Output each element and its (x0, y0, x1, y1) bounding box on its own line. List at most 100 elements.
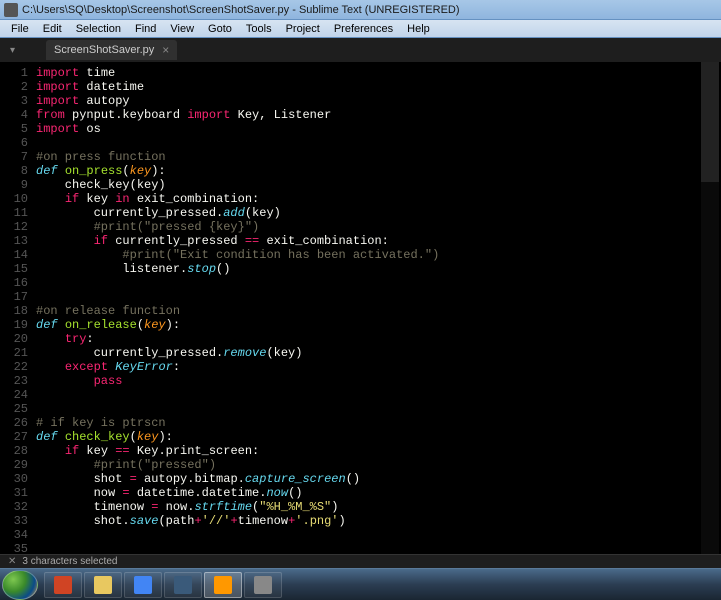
line-number: 2 (0, 80, 28, 94)
code-line[interactable]: def on_release(key): (36, 318, 439, 332)
taskbar-explorer[interactable] (84, 572, 122, 598)
line-number: 31 (0, 486, 28, 500)
menubar: FileEditSelectionFindViewGotoToolsProjec… (0, 20, 721, 38)
line-number: 34 (0, 528, 28, 542)
tab-active[interactable]: ScreenShotSaver.py × (46, 40, 177, 60)
code-line[interactable] (36, 136, 439, 150)
editor[interactable]: 1234567891011121314151617181920212223242… (0, 62, 721, 580)
line-number: 4 (0, 108, 28, 122)
code-line[interactable]: check_key(key) (36, 178, 439, 192)
menu-view[interactable]: View (163, 23, 201, 35)
status-bar: ✕ 3 characters selected (0, 554, 721, 568)
line-number: 5 (0, 122, 28, 136)
close-panel-icon[interactable]: ✕ (8, 556, 16, 567)
code-line[interactable] (36, 276, 439, 290)
code-line[interactable] (36, 528, 439, 542)
taskbar-sublime[interactable] (204, 572, 242, 598)
line-number: 16 (0, 276, 28, 290)
start-button[interactable] (2, 570, 38, 600)
menu-help[interactable]: Help (400, 23, 437, 35)
app-icon (4, 3, 18, 17)
code-line[interactable] (36, 388, 439, 402)
line-number: 8 (0, 164, 28, 178)
menu-file[interactable]: File (4, 23, 36, 35)
code-line[interactable]: try: (36, 332, 439, 346)
code-line[interactable]: def on_press(key): (36, 164, 439, 178)
line-number: 14 (0, 248, 28, 262)
line-number: 17 (0, 290, 28, 304)
line-number: 30 (0, 472, 28, 486)
code-line[interactable]: import datetime (36, 80, 439, 94)
line-number: 22 (0, 360, 28, 374)
app-icon (254, 576, 272, 594)
code-line[interactable]: import time (36, 66, 439, 80)
code-line[interactable]: listener.stop() (36, 262, 439, 276)
menu-tools[interactable]: Tools (239, 23, 279, 35)
code-line[interactable]: timenow = now.strftime("%H_%M_%S") (36, 500, 439, 514)
menu-preferences[interactable]: Preferences (327, 23, 400, 35)
code-line[interactable]: shot.save(path+'//'+timenow+'.png') (36, 514, 439, 528)
line-number: 6 (0, 136, 28, 150)
line-number: 26 (0, 416, 28, 430)
code-line[interactable] (36, 290, 439, 304)
line-number: 15 (0, 262, 28, 276)
minimap[interactable] (701, 62, 719, 562)
code-line[interactable]: if key == Key.print_screen: (36, 444, 439, 458)
code-line[interactable]: import autopy (36, 94, 439, 108)
running-icon (174, 576, 192, 594)
code-line[interactable]: import os (36, 122, 439, 136)
taskbar-running[interactable] (164, 572, 202, 598)
code-line[interactable]: currently_pressed.add(key) (36, 206, 439, 220)
status-text: 3 characters selected (22, 556, 117, 567)
line-number: 12 (0, 220, 28, 234)
chrome-icon (134, 576, 152, 594)
code-line[interactable] (36, 402, 439, 416)
code-line[interactable]: #on release function (36, 304, 439, 318)
code-line[interactable]: def check_key(key): (36, 430, 439, 444)
code-line[interactable]: currently_pressed.remove(key) (36, 346, 439, 360)
taskbar-app[interactable] (244, 572, 282, 598)
line-number: 20 (0, 332, 28, 346)
line-gutter: 1234567891011121314151617181920212223242… (0, 62, 36, 580)
line-number: 24 (0, 388, 28, 402)
close-icon[interactable]: × (162, 43, 169, 57)
code-line[interactable]: from pynput.keyboard import Key, Listene… (36, 108, 439, 122)
code-line[interactable]: #on press function (36, 150, 439, 164)
menu-find[interactable]: Find (128, 23, 163, 35)
line-number: 25 (0, 402, 28, 416)
tab-dropdown-icon[interactable]: ▾ (10, 45, 15, 56)
menu-edit[interactable]: Edit (36, 23, 69, 35)
line-number: 29 (0, 458, 28, 472)
code-line[interactable]: #print("pressed {key}") (36, 220, 439, 234)
code-line[interactable]: if key in exit_combination: (36, 192, 439, 206)
code-line[interactable]: except KeyError: (36, 360, 439, 374)
menu-goto[interactable]: Goto (201, 23, 239, 35)
window-titlebar[interactable]: C:\Users\SQ\Desktop\Screenshot\ScreenSho… (0, 0, 721, 20)
minimap-viewport[interactable] (701, 62, 719, 182)
line-number: 13 (0, 234, 28, 248)
line-number: 7 (0, 150, 28, 164)
powerpoint-icon (54, 576, 72, 594)
line-number: 23 (0, 374, 28, 388)
taskbar-chrome[interactable] (124, 572, 162, 598)
taskbar-powerpoint[interactable] (44, 572, 82, 598)
code-area[interactable]: import timeimport datetimeimport autopyf… (36, 62, 439, 580)
line-number: 1 (0, 66, 28, 80)
explorer-icon (94, 576, 112, 594)
sublime-icon (214, 576, 232, 594)
line-number: 32 (0, 500, 28, 514)
line-number: 11 (0, 206, 28, 220)
code-line[interactable]: if currently_pressed == exit_combination… (36, 234, 439, 248)
window-title: C:\Users\SQ\Desktop\Screenshot\ScreenSho… (22, 4, 460, 16)
code-line[interactable]: pass (36, 374, 439, 388)
code-line[interactable]: now = datetime.datetime.now() (36, 486, 439, 500)
line-number: 19 (0, 318, 28, 332)
menu-project[interactable]: Project (279, 23, 327, 35)
menu-selection[interactable]: Selection (69, 23, 128, 35)
line-number: 9 (0, 178, 28, 192)
code-line[interactable]: shot = autopy.bitmap.capture_screen() (36, 472, 439, 486)
line-number: 27 (0, 430, 28, 444)
code-line[interactable]: #print("Exit condition has been activate… (36, 248, 439, 262)
code-line[interactable]: #print("pressed") (36, 458, 439, 472)
code-line[interactable]: # if key is ptrscn (36, 416, 439, 430)
